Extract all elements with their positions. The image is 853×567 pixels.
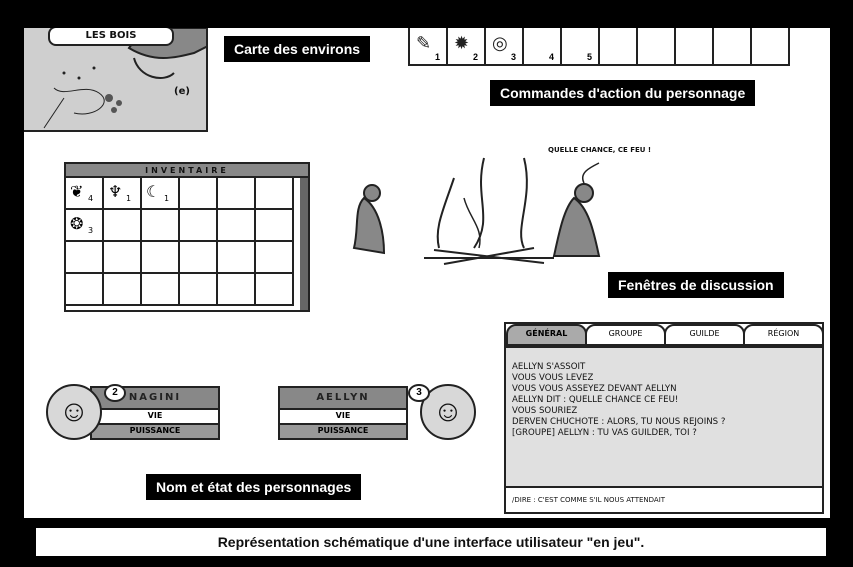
action-slot[interactable] <box>676 28 714 66</box>
scene-campfire <box>352 157 601 265</box>
inventory-slot[interactable] <box>180 178 218 210</box>
action-slot[interactable]: ◎ 3 <box>486 28 524 66</box>
action-bar: ✎ 1 ✹ 2 ◎ 3 4 5 <box>408 28 812 66</box>
map-marker: (e) <box>174 86 190 97</box>
action-slot-number: 2 <box>472 52 478 62</box>
action-icon: ✹ <box>454 33 470 53</box>
action-slot[interactable] <box>714 28 752 66</box>
inventory-slot[interactable]: ❦ 4 <box>66 178 104 210</box>
chat-message: [GROUPE] AELLYN : TU VAS GUILDER, TOI ? <box>512 428 697 438</box>
action-icon: ✎ <box>416 33 432 53</box>
inventory-slot[interactable]: ❂ 3 <box>66 210 104 242</box>
chat-message: AELLYN S'ASSOIT <box>512 362 586 372</box>
inventory-item-count: 1 <box>126 194 132 203</box>
chat-input[interactable]: /DIRE : C'EST COMME S'IL NOUS ATTENDAIT <box>506 486 822 512</box>
inventory-panel: INVENTAIRE ❦ 4 ♆ 1 ☾ 1 ❂ 3 <box>64 162 310 312</box>
chat-message: DERVEN CHUCHOTE : ALORS, TU NOUS REJOINS… <box>512 417 726 427</box>
chat-window: GÉNÉRAL GROUPE GUILDE RÉGION AELLYN S'ASSOI… <box>504 322 824 514</box>
inventory-slot[interactable] <box>180 274 218 306</box>
inventory-slot[interactable] <box>218 210 256 242</box>
character-life-bar: VIE <box>90 410 220 425</box>
action-slot[interactable]: 5 <box>562 28 600 66</box>
inventory-slot[interactable] <box>218 242 256 274</box>
character-avatar-icon[interactable]: ☺ <box>46 384 102 440</box>
chat-message: VOUS VOUS ASSEYEZ DEVANT AELLYN <box>512 384 677 394</box>
character-level-badge: 2 <box>104 384 126 402</box>
action-icon: ◎ <box>492 33 508 53</box>
inventory-slot[interactable] <box>256 274 294 306</box>
inventory-slot[interactable] <box>180 242 218 274</box>
action-slot-number: 4 <box>548 52 554 62</box>
character-card-aellyn[interactable]: AELLYN VIE PUISSANCE <box>278 386 408 444</box>
caption: Représentation schématique d'une interfa… <box>36 528 826 556</box>
character-power-bar: PUISSANCE <box>90 425 220 440</box>
inventory-slot[interactable] <box>104 242 142 274</box>
inventory-item-icon: ❦ <box>70 182 84 201</box>
inventory-slot[interactable]: ♆ 1 <box>104 178 142 210</box>
inventory-slot[interactable] <box>66 274 104 306</box>
inventory-slot[interactable] <box>256 178 294 210</box>
inventory-slot[interactable]: ☾ 1 <box>142 178 180 210</box>
character-power-bar: PUISSANCE <box>278 425 408 440</box>
character-name: AELLYN <box>278 386 408 410</box>
label-map: Carte des environs <box>224 36 371 62</box>
label-chat: Fenêtres de discussion <box>608 272 784 298</box>
action-slot[interactable]: ✹ 2 <box>448 28 486 66</box>
inventory-item-count: 3 <box>88 226 94 235</box>
inventory-slot[interactable] <box>218 274 256 306</box>
inventory-slot[interactable] <box>142 242 180 274</box>
minimap[interactable]: LES BOIS (e) <box>24 28 208 132</box>
inventory-slot[interactable] <box>218 178 256 210</box>
inventory-slot[interactable] <box>66 242 104 274</box>
action-slot[interactable]: 4 <box>524 28 562 66</box>
inventory-scrollbar[interactable] <box>300 178 308 310</box>
action-slot[interactable]: ✎ 1 <box>410 28 448 66</box>
label-characters: Nom et état des personnages <box>146 474 362 500</box>
character-life-bar: VIE <box>278 410 408 425</box>
inventory-slot[interactable] <box>104 210 142 242</box>
inventory-item-icon: ☾ <box>146 182 161 201</box>
action-slot-number: 1 <box>434 52 440 62</box>
chat-tab[interactable]: GÉNÉRAL <box>506 324 587 346</box>
action-slot-number: 3 <box>510 52 516 62</box>
label-actions: Commandes d'action du personnage <box>490 80 756 106</box>
inventory-slot[interactable] <box>142 210 180 242</box>
inventory-item-icon: ♆ <box>108 182 123 201</box>
inventory-slot[interactable] <box>180 210 218 242</box>
action-slot[interactable] <box>752 28 790 66</box>
inventory-slot[interactable] <box>104 274 142 306</box>
chat-tab[interactable]: GUILDE <box>664 324 745 346</box>
chat-tabs: GÉNÉRAL GROUPE GUILDE RÉGION <box>506 324 824 346</box>
inventory-slot[interactable] <box>256 210 294 242</box>
inventory-slot[interactable] <box>142 274 180 306</box>
speech-bubble: QUELLE CHANCE, CE FEU ! <box>548 146 652 154</box>
action-slot-number: 5 <box>586 52 592 62</box>
inventory-item-icon: ❂ <box>70 214 84 233</box>
chat-tab[interactable]: RÉGION <box>743 324 824 346</box>
chat-log[interactable]: AELLYN S'ASSOIT VOUS VOUS LEVEZ VOUS VOUS … <box>506 346 822 486</box>
chat-message: VOUS SOURIEZ <box>512 406 578 416</box>
game-screen: LES BOIS (e) Carte des environs ✎ 1 ✹ 2 ◎ 3 4 5… <box>24 28 830 518</box>
chat-message: VOUS VOUS LEVEZ <box>512 373 594 383</box>
action-slot[interactable] <box>600 28 638 66</box>
action-slot[interactable] <box>638 28 676 66</box>
inventory-item-count: 1 <box>164 194 170 203</box>
character-level-badge: 3 <box>408 384 430 402</box>
inventory-grid: ❦ 4 ♆ 1 ☾ 1 ❂ 3 <box>66 178 308 306</box>
chat-message: AELLYN DIT : QUELLE CHANCE CE FEU! <box>512 395 679 405</box>
inventory-slot[interactable] <box>256 242 294 274</box>
chat-tab[interactable]: GROUPE <box>585 324 666 346</box>
inventory-item-count: 4 <box>88 194 94 203</box>
inventory-title: INVENTAIRE <box>66 164 308 178</box>
map-title: LES BOIS <box>48 28 174 46</box>
